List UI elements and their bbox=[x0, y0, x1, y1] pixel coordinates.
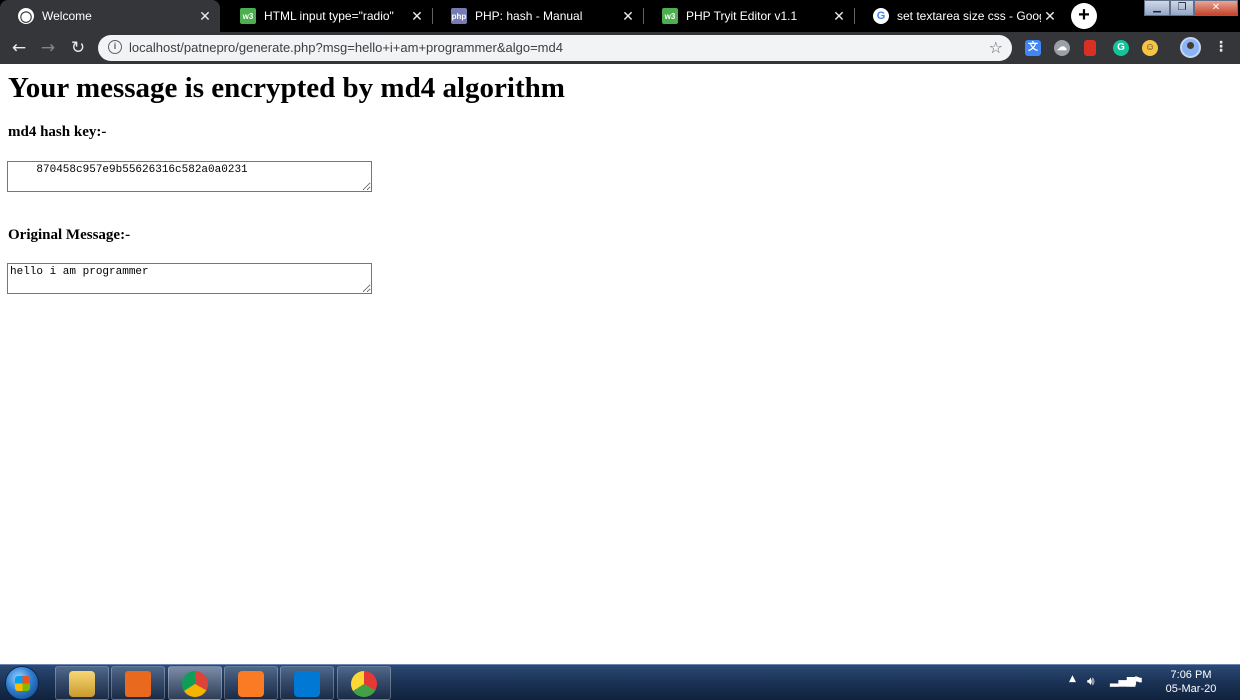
taskbar-media-player[interactable] bbox=[111, 666, 165, 700]
show-hidden-icons-arrow[interactable]: ▲ bbox=[1069, 674, 1076, 684]
tab-title: HTML input type="radio" bbox=[264, 9, 394, 23]
reload-icon[interactable]: ↻ bbox=[68, 38, 88, 58]
cloud-extension-icon[interactable]: ☁ bbox=[1054, 40, 1070, 56]
volume-icon[interactable]: 🔊︎ bbox=[1087, 674, 1095, 689]
tab-php-tryit[interactable]: w3 PHP Tryit Editor v1.1 ✕ bbox=[644, 0, 854, 32]
folder-icon bbox=[69, 671, 95, 697]
original-message-textarea[interactable]: hello i am programmer bbox=[7, 263, 372, 294]
web-page: Your message is encrypted by md4 algorit… bbox=[0, 64, 1240, 664]
network-signal-icon[interactable]: ▂▄▆ bbox=[1110, 674, 1135, 687]
tab-title: set textarea size css - Google S bbox=[897, 9, 1041, 23]
start-button[interactable] bbox=[5, 666, 39, 700]
back-arrow-icon[interactable]: ← bbox=[9, 38, 29, 58]
system-clock[interactable]: 7:06 PM 05-Mar-20 bbox=[1160, 668, 1222, 696]
browser-menu-icon[interactable]: ⋮ bbox=[1214, 38, 1228, 56]
minimize-button[interactable]: ▁ bbox=[1144, 0, 1170, 16]
hash-key-textarea[interactable]: 870458c957e9b55626316c582a0a0231 bbox=[7, 161, 372, 192]
taskbar-file-explorer[interactable] bbox=[55, 666, 109, 700]
grammarly-extension-icon[interactable]: G bbox=[1113, 40, 1129, 56]
taskbar-xampp[interactable] bbox=[224, 666, 278, 700]
windows-taskbar bbox=[0, 664, 1240, 700]
profile-avatar[interactable] bbox=[1180, 37, 1201, 58]
forward-arrow-icon[interactable]: → bbox=[38, 38, 58, 58]
tab-welcome[interactable]: ◯ Welcome ✕ bbox=[0, 0, 220, 32]
chrome-icon bbox=[182, 671, 208, 697]
tab-strip: ◯ Welcome ✕ w3 HTML input type="radio" ✕… bbox=[0, 0, 1240, 32]
snipping-tool-icon bbox=[351, 671, 377, 697]
tab-google-search[interactable]: G set textarea size css - Google S ✕ bbox=[855, 0, 1065, 32]
clock-time: 7:06 PM bbox=[1170, 669, 1212, 681]
php-icon: php bbox=[451, 8, 467, 24]
tab-html-radio[interactable]: w3 HTML input type="radio" ✕ bbox=[222, 0, 432, 32]
emoji-extension-icon[interactable]: ☺ bbox=[1142, 40, 1158, 56]
bookmark-star-icon[interactable]: ☆ bbox=[989, 38, 1003, 57]
tab-php-hash[interactable]: php PHP: hash - Manual ✕ bbox=[433, 0, 643, 32]
close-tab-icon[interactable]: ✕ bbox=[196, 8, 214, 25]
clock-date: 05-Mar-20 bbox=[1165, 683, 1217, 695]
tab-title: PHP: hash - Manual bbox=[475, 9, 583, 23]
page-title: Your message is encrypted by md4 algorit… bbox=[8, 72, 565, 104]
restore-button[interactable]: ❐ bbox=[1170, 0, 1194, 16]
close-window-button[interactable]: ✕ bbox=[1194, 0, 1238, 16]
google-icon: G bbox=[873, 8, 889, 24]
xampp-icon bbox=[238, 671, 264, 697]
url-text[interactable]: localhost/patnepro/generate.php?msg=hell… bbox=[129, 40, 563, 55]
taskbar-snipping-tool[interactable] bbox=[337, 666, 391, 700]
w3schools-icon: w3 bbox=[240, 8, 256, 24]
globe-icon: ◯ bbox=[18, 8, 34, 24]
media-player-icon bbox=[125, 671, 151, 697]
original-message-label: Original Message:- bbox=[8, 227, 131, 243]
close-tab-icon[interactable]: ✕ bbox=[1041, 8, 1059, 25]
taskbar-chrome[interactable] bbox=[168, 666, 222, 700]
taskbar-vscode[interactable] bbox=[280, 666, 334, 700]
windows-logo-icon bbox=[15, 676, 30, 691]
close-tab-icon[interactable]: ✕ bbox=[830, 8, 848, 25]
tab-title: PHP Tryit Editor v1.1 bbox=[686, 9, 798, 23]
site-info-icon[interactable]: i bbox=[108, 40, 122, 54]
hash-key-label: md4 hash key:- bbox=[8, 124, 107, 140]
action-center-flag-icon[interactable]: ⚑ bbox=[1133, 674, 1144, 688]
tab-title: Welcome bbox=[42, 9, 92, 23]
address-bar[interactable]: i localhost/patnepro/generate.php?msg=he… bbox=[98, 35, 1012, 61]
close-tab-icon[interactable]: ✕ bbox=[408, 8, 426, 25]
vscode-icon bbox=[294, 671, 320, 697]
close-tab-icon[interactable]: ✕ bbox=[619, 8, 637, 25]
bookmark-extension-icon[interactable] bbox=[1084, 40, 1096, 56]
w3schools-icon: w3 bbox=[662, 8, 678, 24]
new-tab-button[interactable]: + bbox=[1071, 3, 1097, 29]
google-translate-extension-icon[interactable]: 文 bbox=[1025, 40, 1041, 56]
